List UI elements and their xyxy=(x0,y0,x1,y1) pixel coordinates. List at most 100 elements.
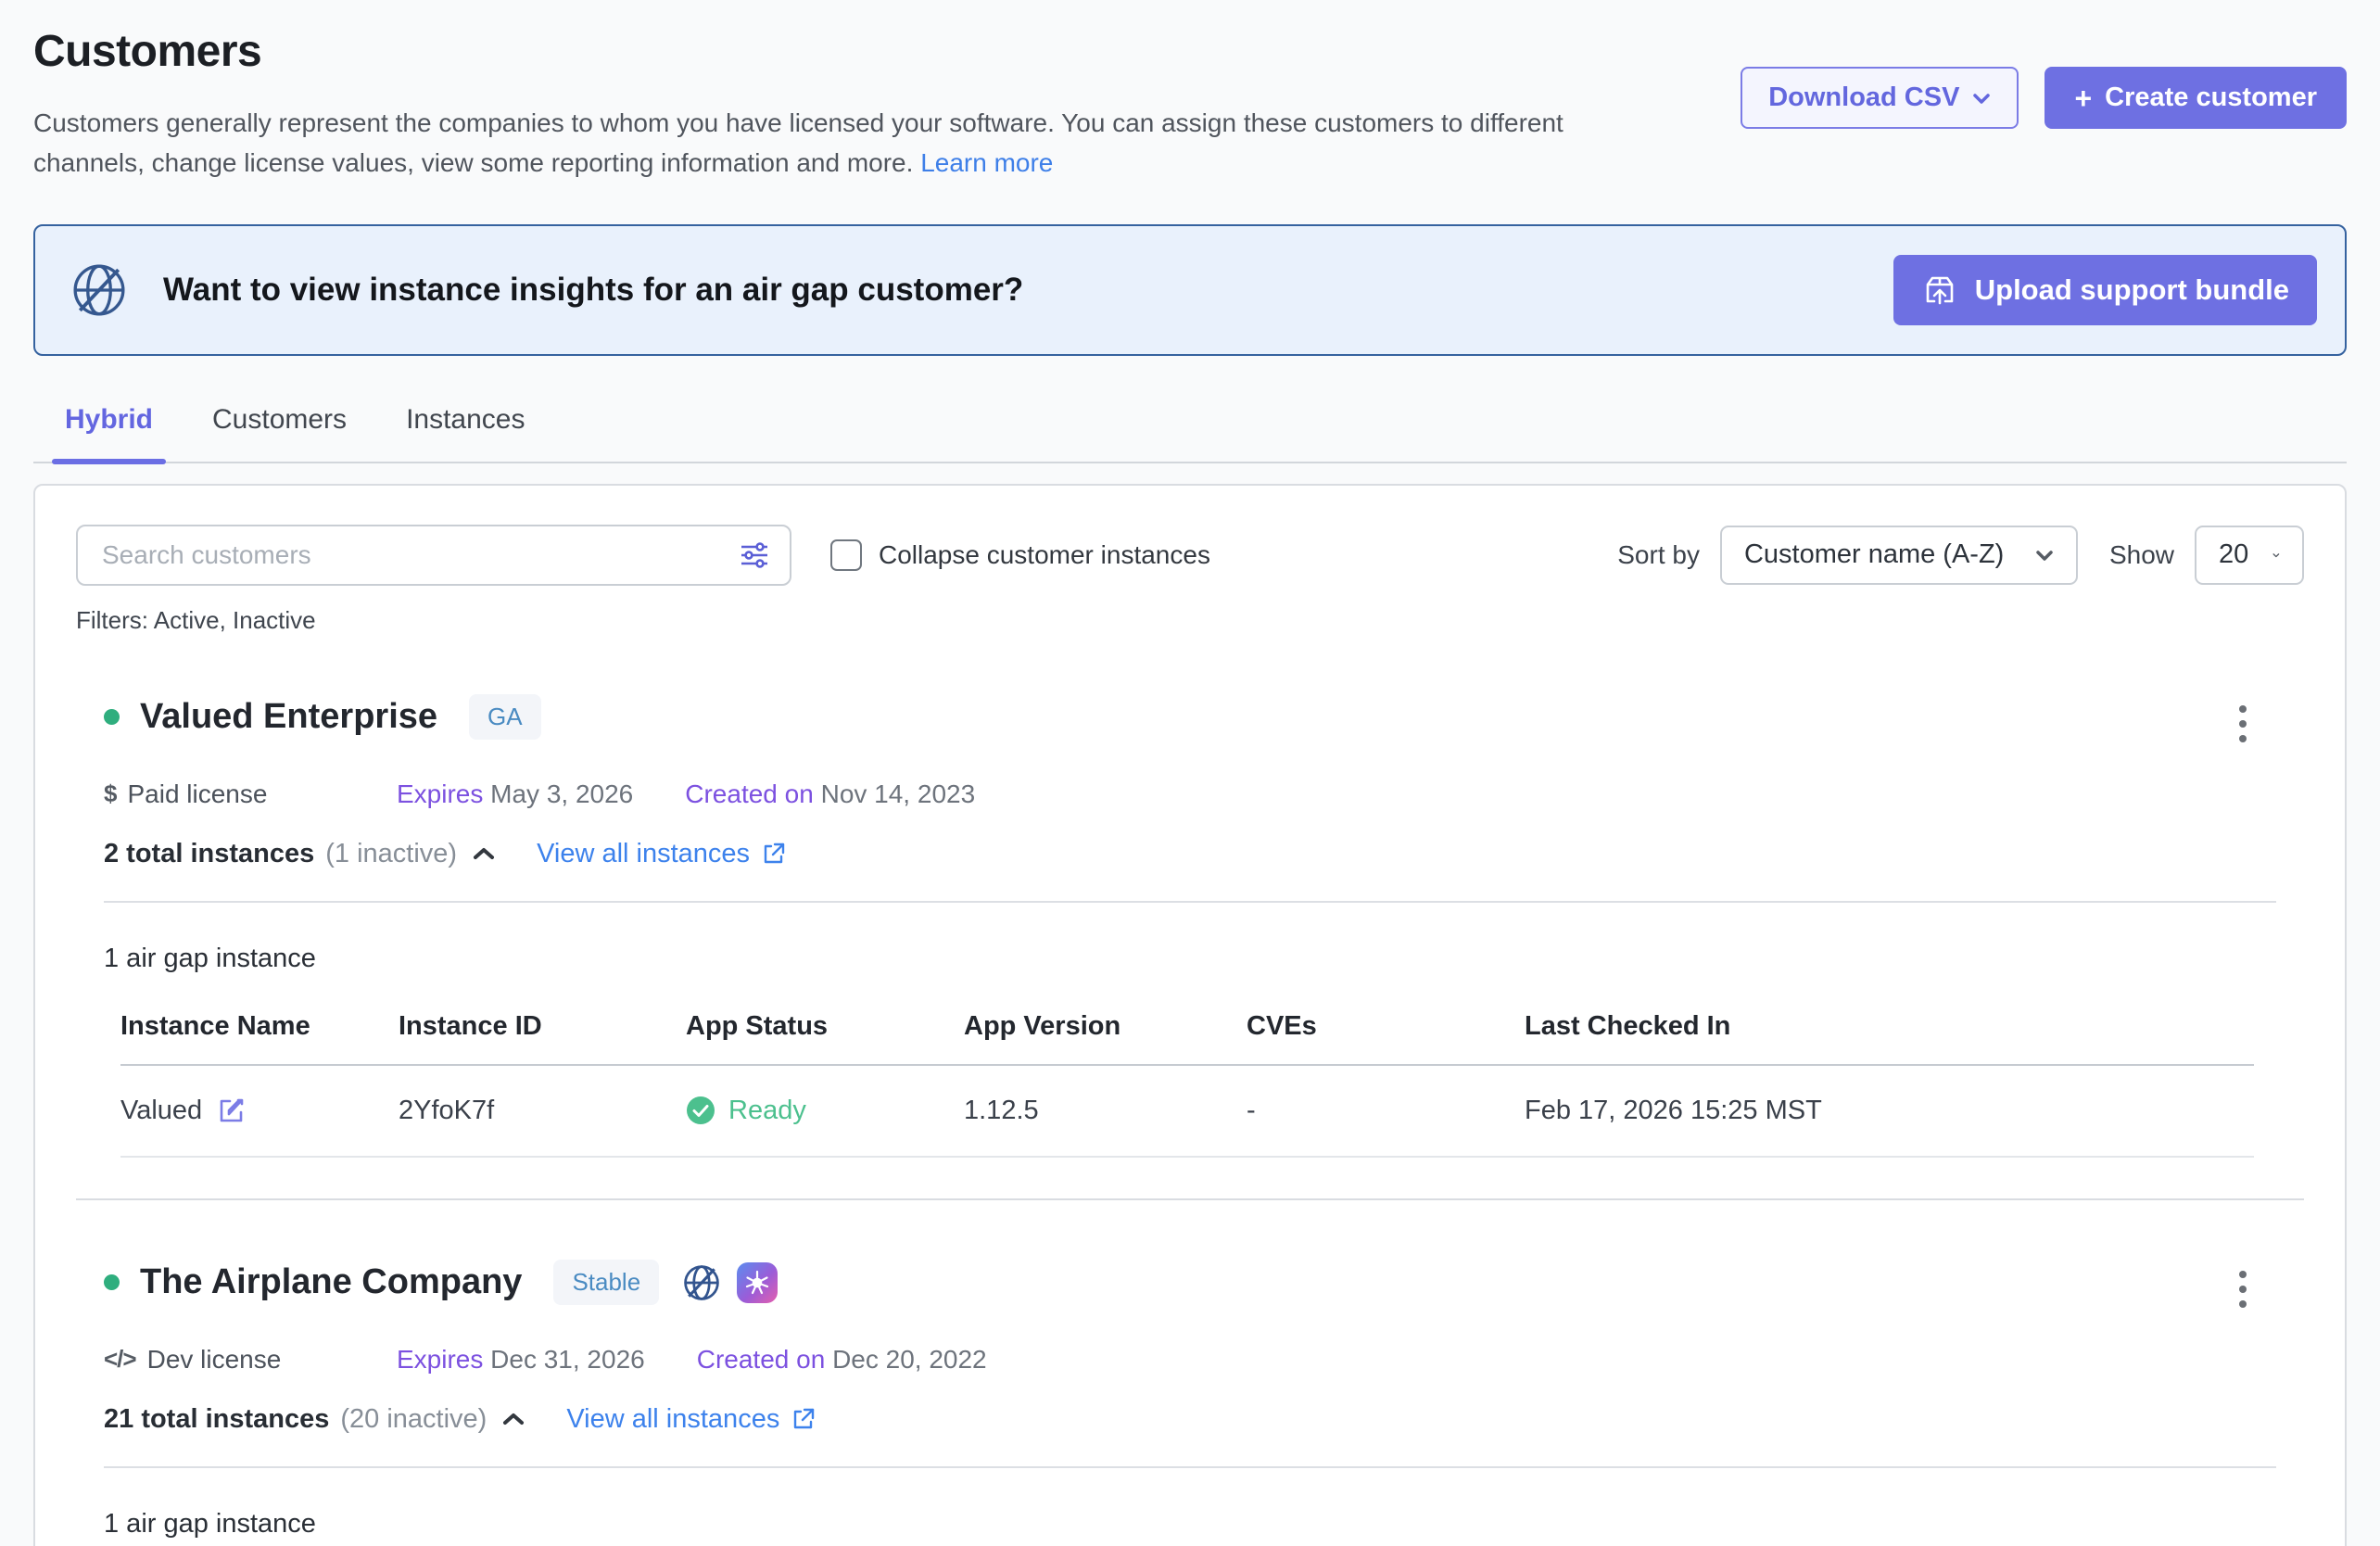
status-badge: Ready xyxy=(686,1096,964,1126)
instance-name-text: Valued xyxy=(120,1096,202,1126)
expires-field: Expires May 3, 2026 xyxy=(397,779,633,809)
col-cves: CVEs xyxy=(1247,1011,1525,1064)
license-type-label: Paid license xyxy=(127,779,267,809)
customer-meta-row: $ Paid license Expires May 3, 2026 Creat… xyxy=(104,779,2276,809)
collapse-instances-checkbox[interactable] xyxy=(830,539,862,571)
created-field: Created on Nov 14, 2023 xyxy=(685,779,975,809)
app-status-cell: Ready xyxy=(686,1066,964,1156)
customer-menu-button[interactable] xyxy=(2230,1261,2256,1317)
view-all-instances-label: View all instances xyxy=(537,839,750,869)
search-input[interactable] xyxy=(76,525,791,586)
page-header-text: Customers Customers generally represent … xyxy=(33,26,1741,184)
active-status-dot xyxy=(104,1274,120,1290)
cves-cell: - xyxy=(1247,1066,1525,1156)
customer-menu-button[interactable] xyxy=(2230,696,2256,752)
check-circle-icon xyxy=(686,1096,715,1125)
created-label: Created on xyxy=(685,779,814,808)
created-label: Created on xyxy=(697,1345,826,1374)
code-icon: </> xyxy=(104,1345,136,1374)
customer-divider xyxy=(76,1198,2304,1200)
page-description: Customers generally represent the compan… xyxy=(33,103,1655,184)
active-filters-text: Filters: Active, Inactive xyxy=(76,606,2304,635)
app-version-cell: 1.12.5 xyxy=(964,1066,1247,1156)
search-wrap xyxy=(76,525,791,586)
airgap-globe-icon xyxy=(70,261,128,319)
banner-heading: Want to view instance insights for an ai… xyxy=(163,272,1893,309)
customer-name[interactable]: Valued Enterprise xyxy=(140,697,437,737)
download-csv-button[interactable]: Download CSV xyxy=(1741,67,2019,129)
status-text: Ready xyxy=(728,1096,806,1126)
sort-by-select[interactable]: Customer name (A-Z) xyxy=(1720,526,2078,585)
last-checked-in-cell: Feb 17, 2026 15:25 MST xyxy=(1525,1066,2254,1156)
dollar-icon: $ xyxy=(104,779,116,808)
external-link-icon xyxy=(791,1406,817,1432)
collapse-instances-control: Collapse customer instances xyxy=(830,539,1210,571)
edit-icon[interactable] xyxy=(217,1096,247,1125)
kubernetes-icon xyxy=(737,1262,778,1303)
airgap-instance-table: Instance Name Instance ID App Status App… xyxy=(120,1011,2254,1158)
divider xyxy=(104,1466,2276,1468)
chevron-up-icon[interactable] xyxy=(501,1411,525,1427)
page-header: Customers Customers generally represent … xyxy=(33,26,2347,184)
external-link-icon xyxy=(761,841,787,867)
show-value: 20 xyxy=(2219,539,2248,570)
view-all-instances-label: View all instances xyxy=(566,1404,779,1435)
collapse-instances-label: Collapse customer instances xyxy=(879,540,1210,570)
active-status-dot xyxy=(104,709,120,725)
filter-sliders-icon[interactable] xyxy=(738,539,771,572)
airgap-banner: Want to view instance insights for an ai… xyxy=(33,224,2347,356)
expires-label: Expires xyxy=(397,779,483,808)
table-row: Valued 2YfoK7f xyxy=(120,1066,2254,1158)
toolbar: Collapse customer instances Sort by Cust… xyxy=(76,525,2304,586)
create-customer-button[interactable]: + Create customer xyxy=(2045,67,2347,129)
created-value: Nov 14, 2023 xyxy=(821,779,976,808)
divider xyxy=(104,901,2276,903)
col-app-version: App Version xyxy=(964,1011,1247,1064)
airgap-globe-icon xyxy=(681,1262,722,1303)
view-all-instances-link[interactable]: View all instances xyxy=(566,1404,817,1435)
tab-instances[interactable]: Instances xyxy=(393,404,538,462)
customer-header: The Airplane Company Stable xyxy=(104,1248,2276,1317)
instances-summary-row: 21 total instances (20 inactive) View al… xyxy=(104,1404,2276,1435)
sort-by-label: Sort by xyxy=(1617,540,1700,570)
inactive-instances-text: (20 inactive) xyxy=(340,1404,487,1435)
license-type: </> Dev license xyxy=(104,1345,397,1375)
customer-header: Valued Enterprise GA xyxy=(104,683,2276,752)
expires-value: Dec 31, 2026 xyxy=(490,1345,645,1374)
created-value: Dec 20, 2022 xyxy=(832,1345,987,1374)
expires-field: Expires Dec 31, 2026 xyxy=(397,1345,645,1375)
upload-support-bundle-button[interactable]: Upload support bundle xyxy=(1893,255,2317,325)
tab-bar: Hybrid Customers Instances xyxy=(33,404,2347,463)
sort-by-value: Customer name (A-Z) xyxy=(1744,539,2004,570)
chevron-up-icon[interactable] xyxy=(472,845,496,862)
instances-summary-row: 2 total instances (1 inactive) View all … xyxy=(104,839,2276,869)
created-field: Created on Dec 20, 2022 xyxy=(697,1345,987,1375)
license-type: $ Paid license xyxy=(104,779,397,809)
col-instance-name: Instance Name xyxy=(120,1011,399,1064)
customer-name[interactable]: The Airplane Company xyxy=(140,1262,522,1302)
customer-card-valued-enterprise: Valued Enterprise GA $ Paid license Expi… xyxy=(76,683,2304,1158)
page-title: Customers xyxy=(33,26,1741,77)
chevron-down-icon xyxy=(2272,549,2280,562)
expires-label: Expires xyxy=(397,1345,483,1374)
tab-customers[interactable]: Customers xyxy=(199,404,360,462)
table-header-row: Instance Name Instance ID App Status App… xyxy=(120,1011,2254,1066)
learn-more-link[interactable]: Learn more xyxy=(920,148,1053,177)
tab-hybrid[interactable]: Hybrid xyxy=(52,404,166,462)
show-select[interactable]: 20 xyxy=(2195,526,2304,585)
upload-support-bundle-label: Upload support bundle xyxy=(1975,273,2289,307)
col-last-checked-in: Last Checked In xyxy=(1525,1011,2254,1064)
total-instances-text: 21 total instances xyxy=(104,1404,329,1435)
expires-value: May 3, 2026 xyxy=(490,779,633,808)
instance-name-cell: Valued xyxy=(120,1066,399,1156)
customers-panel: Collapse customer instances Sort by Cust… xyxy=(33,484,2347,1546)
create-customer-label: Create customer xyxy=(2105,82,2317,113)
download-csv-label: Download CSV xyxy=(1768,82,1959,113)
total-instances-text: 2 total instances xyxy=(104,839,314,869)
view-all-instances-link[interactable]: View all instances xyxy=(537,839,787,869)
instance-id-cell: 2YfoK7f xyxy=(399,1066,686,1156)
plus-icon: + xyxy=(2074,83,2092,113)
chevron-down-icon xyxy=(2035,549,2054,562)
airgap-instance-heading: 1 air gap instance xyxy=(104,1509,2276,1540)
customers-page: Customers Customers generally represent … xyxy=(0,0,2380,1546)
